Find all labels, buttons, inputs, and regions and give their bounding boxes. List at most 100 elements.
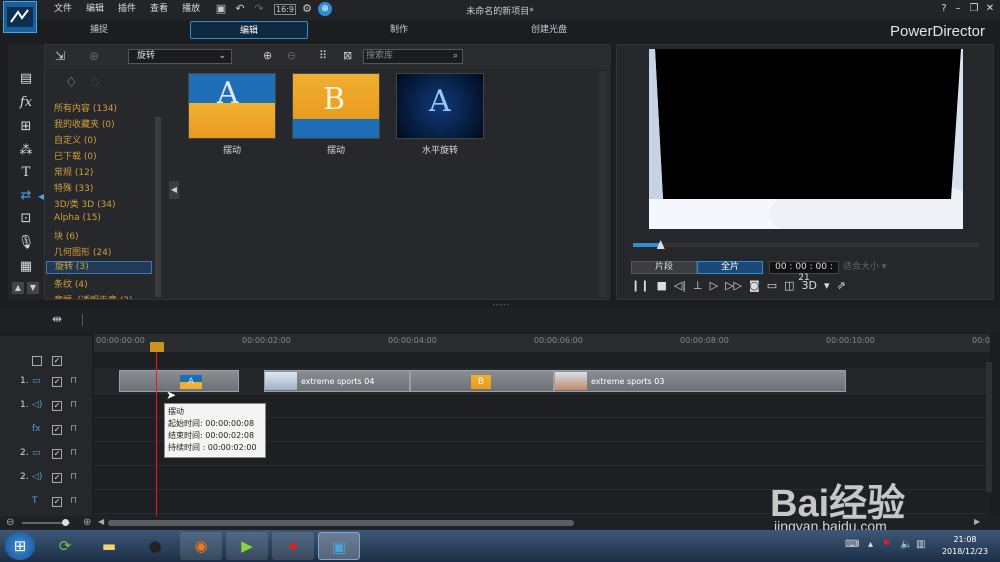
action-center-icon[interactable]: ⚑ [882, 539, 891, 550]
transition-marker-icon[interactable]: A [180, 375, 202, 389]
scroll-left-icon[interactable]: ◀ [98, 517, 104, 526]
volume-icon[interactable]: 🔈 [900, 539, 912, 550]
movie-mode-button[interactable]: 全片 [697, 261, 763, 274]
pause-icon[interactable]: ❙❙ [631, 279, 649, 292]
undock-icon[interactable]: ⇗ [837, 279, 846, 292]
taskbar-app-qq[interactable]: ● [134, 532, 176, 560]
scroll-down-icon[interactable]: ▼ [27, 282, 39, 294]
remove-icon[interactable]: ⊖ [287, 49, 296, 62]
search-input[interactable]: 搜索库 ⌕ [363, 49, 463, 64]
category-item[interactable]: 旋转 (3) [46, 261, 152, 274]
start-button[interactable]: ⊞ [5, 532, 35, 560]
transition-marker-icon[interactable]: B [471, 375, 491, 389]
video-clip[interactable]: B [410, 370, 554, 392]
taskbar-app-powerdirector[interactable]: ▣ [318, 532, 360, 560]
taskbar-app-360[interactable]: ⟳ [44, 532, 86, 560]
lock-icon[interactable]: ⊓ [70, 376, 77, 386]
category-item[interactable]: 已下载 (0) [54, 149, 97, 162]
tray-expand-icon[interactable]: ▴ [868, 539, 873, 550]
transition-thumbnail[interactable]: B [292, 73, 380, 139]
track-enable-checkbox[interactable]: ✓ [52, 473, 62, 483]
collapse-panel-button[interactable]: ◀ [169, 181, 179, 199]
voiceover-room-icon[interactable]: 🎙 [17, 234, 35, 252]
aspect-ratio-icon[interactable]: 16:9 [274, 4, 296, 15]
title-room-icon[interactable]: T [17, 164, 35, 182]
lock-icon[interactable]: ⊓ [70, 424, 77, 434]
library-scrollbar[interactable] [599, 71, 607, 297]
subtitle-icon[interactable]: ▭ [767, 279, 777, 292]
category-item[interactable]: 自定义 (0) [54, 133, 97, 146]
category-item[interactable]: 几何图形 (24) [54, 245, 111, 258]
import-icon[interactable]: ⇲ [55, 49, 65, 63]
seek-bar[interactable] [633, 240, 979, 249]
menu-playback[interactable]: 播放 [175, 2, 207, 16]
save-icon[interactable]: ▣ [214, 2, 228, 16]
next-frame-icon[interactable]: ▷ [710, 279, 718, 292]
size-select[interactable]: 适合大小 ▾ [843, 261, 901, 274]
track-enable-checkbox[interactable]: ✓ [52, 497, 62, 507]
zoom-in-icon[interactable]: ⊕ [83, 517, 91, 528]
keyboard-icon[interactable]: ⌨ [845, 539, 859, 550]
split-icon[interactable]: ⊥ [693, 279, 703, 292]
chevron-down-icon[interactable]: ▾ [824, 279, 830, 292]
taskbar-app-media[interactable]: ▶ [226, 532, 268, 560]
menu-edit[interactable]: 编辑 [79, 2, 111, 16]
menu-view[interactable]: 查看 [143, 2, 175, 16]
redo-icon[interactable]: ↷ [252, 2, 266, 16]
track-enable-checkbox[interactable]: ✓ [52, 401, 62, 411]
three-d-toggle[interactable]: 3D [802, 279, 817, 292]
tab-edit[interactable]: 编辑 [190, 21, 308, 39]
category-item[interactable]: 块 (6) [54, 229, 79, 242]
zoom-slider[interactable] [22, 519, 70, 526]
search-icon[interactable]: ⌕ [453, 50, 458, 63]
horizontal-scrollbar-thumb[interactable] [108, 520, 574, 526]
fast-forward-icon[interactable]: ▷▷ [725, 279, 742, 292]
thumbnail-size-icon[interactable]: ⊠ [343, 49, 352, 62]
network-icon[interactable]: ▥ [916, 539, 925, 550]
playhead-line[interactable] [156, 352, 157, 516]
category-item[interactable]: Alpha (15) [54, 213, 101, 223]
category-item[interactable]: 所有内容 (134) [54, 101, 117, 114]
lock-icon[interactable]: ⊓ [70, 472, 77, 482]
system-clock[interactable]: 21:08 2018/12/23 [932, 534, 998, 558]
stop-icon[interactable]: ■ [656, 279, 666, 292]
close-button[interactable]: ✕ [982, 2, 998, 16]
all-tracks-checkbox[interactable] [32, 356, 42, 366]
taskbar-app-recorder[interactable]: ⏺ [272, 532, 314, 560]
playhead-handle[interactable] [150, 342, 164, 352]
account-icon[interactable]: ⊕ [318, 2, 332, 16]
video-clip[interactable]: extreme sports 03 [554, 370, 846, 392]
add-to-favorite-icon[interactable]: ⊕ [263, 49, 272, 62]
particle-room-icon[interactable]: ⁂ [17, 142, 35, 160]
track-enable-checkbox[interactable]: ✓ [52, 425, 62, 435]
transition-thumbnail[interactable]: A [188, 73, 276, 139]
category-item[interactable]: 我的收藏夹 (0) [54, 117, 115, 130]
tab-capture[interactable]: 捕捉 [40, 21, 158, 39]
transition-room-icon[interactable]: ⇄ [17, 187, 35, 205]
snapshot-icon[interactable]: ◙ [749, 279, 760, 292]
track-enable-checkbox[interactable]: ✓ [52, 377, 62, 387]
clip-mode-button[interactable]: 片段 [631, 261, 697, 274]
tab-create-disc[interactable]: 创建光盘 [490, 21, 608, 39]
all-tracks-enable-checkbox[interactable]: ✓ [52, 356, 62, 366]
tab-produce[interactable]: 制作 [340, 21, 458, 39]
category-select[interactable]: 旋转 ⌄ [128, 49, 232, 64]
globe-icon[interactable]: ⊕ [89, 49, 99, 63]
menu-plugins[interactable]: 插件 [111, 2, 143, 16]
menu-file[interactable]: 文件 [47, 2, 79, 16]
lock-icon[interactable]: ⊓ [70, 400, 77, 410]
category-item[interactable]: 条纹 (4) [54, 277, 88, 290]
fx-room-icon[interactable]: fx [17, 94, 35, 112]
grid-view-icon[interactable]: ⠿ [319, 49, 327, 62]
category-item[interactable]: 3D/类 3D (34) [54, 197, 116, 210]
media-room-icon[interactable]: ▤ [17, 70, 35, 88]
undo-icon[interactable]: ↶ [233, 2, 247, 16]
category-item[interactable]: 章幅（透明无章 (2) [54, 293, 133, 299]
lock-icon[interactable]: ⊓ [70, 496, 77, 506]
track-enable-checkbox[interactable]: ✓ [52, 449, 62, 459]
timeline-ruler[interactable]: 00:00:00:00 00:00:02:00 00:00:04:00 00:00:0… [94, 334, 990, 352]
taskbar-app-firefox[interactable]: ◉ [180, 532, 222, 560]
video-clip[interactable]: A [119, 370, 239, 392]
zoom-slider-thumb[interactable] [62, 519, 69, 526]
chapter-room-icon[interactable]: ▦ [17, 258, 35, 276]
